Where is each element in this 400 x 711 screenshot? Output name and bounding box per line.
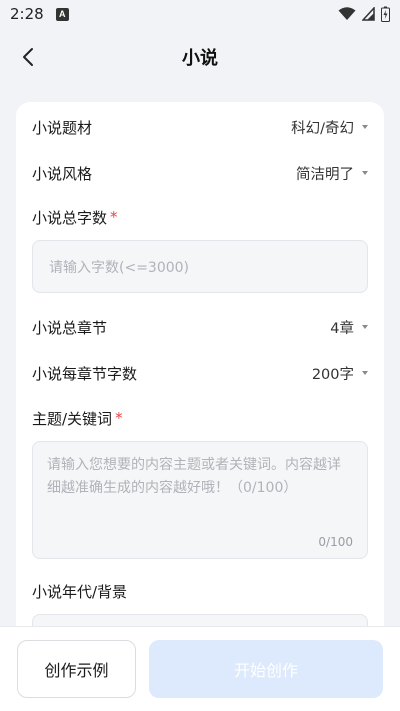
words-per-chapter-label: 小说每章节字数: [32, 364, 138, 383]
caret-down-icon: [362, 371, 368, 375]
status-bar: 2:28 A: [0, 0, 400, 28]
total-chapters-row[interactable]: 小说总章节 4章: [32, 312, 368, 342]
total-words-input[interactable]: 请输入字数(<=3000): [32, 240, 368, 293]
header: 小说: [0, 28, 400, 86]
genre-value: 科幻/奇幻: [291, 120, 354, 137]
signal-icon: [362, 7, 375, 21]
words-per-chapter-select[interactable]: 200字: [312, 363, 368, 384]
battery-charging-icon: [381, 6, 390, 22]
keywords-textarea[interactable]: 请输入您想要的内容主题或者关键词。内容越详细越准确生成的内容越好哦！（0/100…: [32, 441, 368, 559]
total-words-label-text: 小说总字数: [32, 208, 108, 227]
novel-page: 2:28 A 小说 小说题材 科幻/奇幻 小说风格 简洁明了 小说总字数 * 请…: [0, 0, 400, 711]
era-label-text: 小说年代/背景: [32, 582, 128, 601]
form-card: 小说题材 科幻/奇幻 小说风格 简洁明了 小说总字数 * 请输入字数(<=300…: [16, 102, 384, 711]
words-per-chapter-row[interactable]: 小说每章节字数 200字: [32, 358, 368, 388]
notification-icon: A: [55, 7, 69, 21]
total-words-label: 小说总字数 *: [32, 206, 118, 228]
caret-down-icon: [362, 325, 368, 329]
style-label: 小说风格: [32, 164, 93, 183]
keywords-label-text: 主题/关键词: [32, 409, 113, 428]
back-button[interactable]: [12, 41, 44, 73]
style-select[interactable]: 简洁明了: [296, 163, 368, 184]
chevron-left-icon: [23, 48, 33, 66]
required-mark: *: [115, 409, 123, 427]
status-time: 2:28: [10, 5, 44, 23]
bottom-action-bar: 创作示例 开始创作: [0, 626, 400, 711]
words-per-chapter-value: 200字: [311, 366, 354, 383]
era-label: 小说年代/背景: [32, 580, 127, 602]
style-value: 简洁明了: [296, 166, 354, 183]
required-mark: *: [110, 208, 118, 226]
total-chapters-select[interactable]: 4章: [330, 317, 368, 338]
start-creation-button[interactable]: 开始创作: [149, 640, 383, 698]
keywords-placeholder: 请输入您想要的内容主题或者关键词。内容越详细越准确生成的内容越好哦！（0/100…: [47, 457, 341, 496]
total-chapters-value: 4章: [330, 320, 354, 337]
page-title: 小说: [182, 48, 218, 69]
genre-label: 小说题材: [32, 118, 93, 137]
total-words-placeholder: 请输入字数(<=3000): [49, 259, 190, 276]
genre-select[interactable]: 科幻/奇幻: [291, 117, 368, 138]
keywords-label: 主题/关键词 *: [32, 407, 123, 429]
keywords-counter: 0/100: [318, 535, 353, 549]
total-chapters-label: 小说总章节: [32, 318, 108, 337]
creation-example-button[interactable]: 创作示例: [17, 640, 136, 698]
caret-down-icon: [362, 125, 368, 129]
genre-row[interactable]: 小说题材 科幻/奇幻: [32, 112, 368, 142]
wifi-icon: [338, 7, 356, 20]
status-icons: [338, 6, 390, 22]
caret-down-icon: [362, 171, 368, 175]
style-row[interactable]: 小说风格 简洁明了: [32, 158, 368, 188]
